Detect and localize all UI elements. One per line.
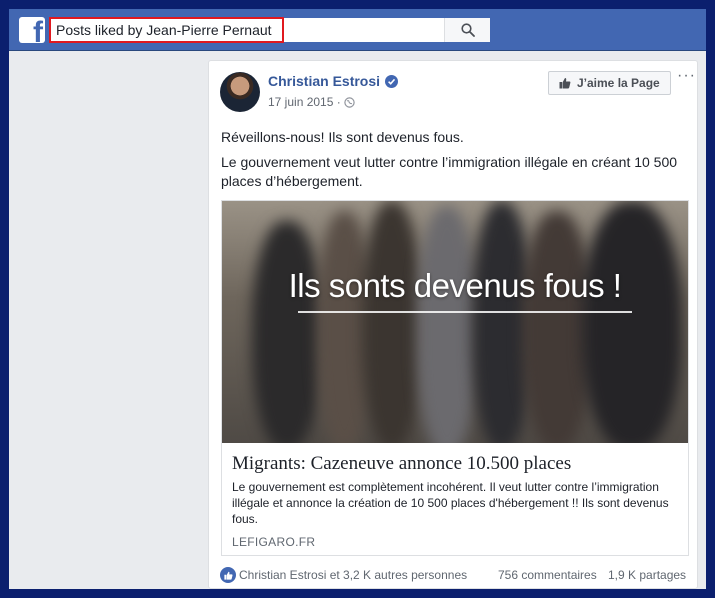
search-button[interactable] (444, 18, 490, 42)
image-figure (417, 206, 477, 443)
left-column (9, 52, 197, 589)
link-source-domain: LEFIGARO.FR (232, 535, 316, 549)
like-page-label: J’aime la Page (577, 76, 660, 90)
likes-summary[interactable]: Christian Estrosi et 3,2 K autres person… (239, 568, 467, 582)
facebook-top-bar: f Posts liked by Jean-Pierre Pernaut (9, 9, 706, 51)
screenshot-frame: f Posts liked by Jean-Pierre Pernaut Chr… (9, 9, 706, 589)
search-input[interactable]: Posts liked by Jean-Pierre Pernaut (56, 22, 272, 38)
thumbs-up-icon (559, 78, 571, 89)
author-avatar[interactable] (220, 72, 260, 112)
more-options-button[interactable]: ··· (677, 68, 695, 85)
image-overlay-caption: Ils sonts devenus fous ! (288, 267, 622, 304)
link-title[interactable]: Migrants: Cazeneuve annonce 10.500 place… (232, 453, 571, 475)
caption-underline (298, 311, 632, 313)
author-name[interactable]: Christian Estrosi (268, 73, 380, 89)
link-preview-image[interactable]: Ils sonts devenus fous ! (222, 201, 688, 443)
search-box[interactable]: Posts liked by Jean-Pierre Pernaut (49, 17, 490, 43)
globe-icon (344, 97, 355, 108)
verified-badge-icon (385, 75, 398, 88)
thumbs-up-icon (223, 571, 233, 580)
like-reaction-icon[interactable] (220, 567, 236, 583)
image-figure (582, 201, 682, 443)
comments-count[interactable]: 756 commentaires (498, 568, 597, 582)
shared-link-preview[interactable]: Ils sonts devenus fous ! Migrants: Cazen… (221, 200, 689, 556)
shares-count[interactable]: 1,9 K partages (608, 568, 686, 582)
link-description: Le gouvernement est complètement incohér… (232, 480, 669, 526)
image-figure (252, 221, 322, 443)
facebook-logo-icon[interactable]: f (19, 17, 45, 43)
post-date[interactable]: 17 juin 2015 · (268, 95, 341, 109)
image-figure (362, 201, 422, 443)
post-card: Christian Estrosi 17 juin 2015 · J’aime … (208, 60, 698, 589)
facebook-logo-letter: f (33, 17, 43, 44)
post-text-line-2: Le gouvernement veut lutter contre l’imm… (221, 154, 678, 189)
search-icon (460, 23, 475, 37)
post-reactions-bar: Christian Estrosi et 3,2 K autres person… (220, 566, 690, 584)
post-text-line-1: Réveillons-nous! Ils sont devenus fous. (221, 129, 464, 145)
like-page-button[interactable]: J’aime la Page (548, 71, 671, 95)
